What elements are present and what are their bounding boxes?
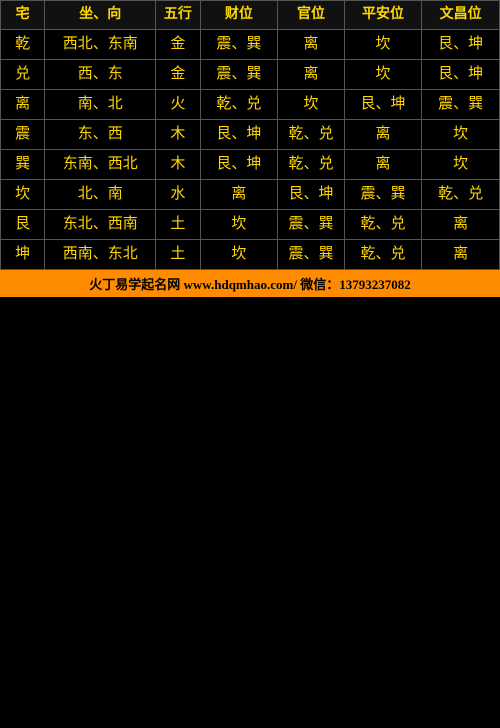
cell-wen: 坎: [422, 119, 500, 149]
table-row: 坤西南、东北土坎震、巽乾、兑离: [1, 239, 500, 269]
cell-zuo: 西北、东南: [45, 29, 156, 59]
cell-cai: 离: [200, 179, 278, 209]
header-wu: 五行: [156, 1, 200, 30]
cell-ping: 离: [344, 149, 422, 179]
cell-guan: 离: [278, 59, 345, 89]
cell-zuo: 西南、东北: [45, 239, 156, 269]
cell-cai: 震、巽: [200, 59, 278, 89]
cell-wu: 土: [156, 209, 200, 239]
cell-zhai: 离: [1, 89, 45, 119]
cell-guan: 艮、坤: [278, 179, 345, 209]
cell-guan: 离: [278, 29, 345, 59]
cell-wu: 水: [156, 179, 200, 209]
cell-guan: 乾、兑: [278, 119, 345, 149]
cell-ping: 离: [344, 119, 422, 149]
cell-zuo: 东、西: [45, 119, 156, 149]
cell-zhai: 坎: [1, 179, 45, 209]
cell-wu: 土: [156, 239, 200, 269]
cell-ping: 震、巽: [344, 179, 422, 209]
table-row: 震东、西木艮、坤乾、兑离坎: [1, 119, 500, 149]
feng-shui-table: 宅 坐、向 五行 财位 官位 平安位 文昌位 乾西北、东南金震、巽离坎艮、坤兑西…: [0, 0, 500, 270]
cell-zuo: 东北、西南: [45, 209, 156, 239]
cell-zhai: 乾: [1, 29, 45, 59]
cell-cai: 坎: [200, 239, 278, 269]
cell-cai: 艮、坤: [200, 119, 278, 149]
header-wen: 文昌位: [422, 1, 500, 30]
cell-ping: 坎: [344, 29, 422, 59]
cell-wen: 离: [422, 209, 500, 239]
cell-wu: 火: [156, 89, 200, 119]
cell-wen: 艮、坤: [422, 29, 500, 59]
table-container: 宅 坐、向 五行 财位 官位 平安位 文昌位 乾西北、东南金震、巽离坎艮、坤兑西…: [0, 0, 500, 297]
header-ping: 平安位: [344, 1, 422, 30]
cell-wen: 坎: [422, 149, 500, 179]
cell-guan: 震、巽: [278, 239, 345, 269]
cell-cai: 乾、兑: [200, 89, 278, 119]
cell-zhai: 坤: [1, 239, 45, 269]
cell-ping: 乾、兑: [344, 239, 422, 269]
table-row: 艮东北、西南土坎震、巽乾、兑离: [1, 209, 500, 239]
header-zhai: 宅: [1, 1, 45, 30]
header-cai: 财位: [200, 1, 278, 30]
cell-cai: 艮、坤: [200, 149, 278, 179]
table-row: 乾西北、东南金震、巽离坎艮、坤: [1, 29, 500, 59]
table-row: 巽东南、西北木艮、坤乾、兑离坎: [1, 149, 500, 179]
cell-zuo: 北、南: [45, 179, 156, 209]
cell-wu: 金: [156, 29, 200, 59]
table-row: 坎北、南水离艮、坤震、巽乾、兑: [1, 179, 500, 209]
cell-zhai: 艮: [1, 209, 45, 239]
cell-zhai: 兑: [1, 59, 45, 89]
cell-guan: 乾、兑: [278, 149, 345, 179]
cell-zuo: 西、东: [45, 59, 156, 89]
cell-ping: 艮、坤: [344, 89, 422, 119]
cell-cai: 坎: [200, 209, 278, 239]
header-guan: 官位: [278, 1, 345, 30]
header-zuo: 坐、向: [45, 1, 156, 30]
cell-ping: 乾、兑: [344, 209, 422, 239]
header-row: 宅 坐、向 五行 财位 官位 平安位 文昌位: [1, 1, 500, 30]
table-row: 离南、北火乾、兑坎艮、坤震、巽: [1, 89, 500, 119]
cell-zuo: 南、北: [45, 89, 156, 119]
cell-zuo: 东南、西北: [45, 149, 156, 179]
cell-zhai: 巽: [1, 149, 45, 179]
cell-wu: 木: [156, 149, 200, 179]
cell-zhai: 震: [1, 119, 45, 149]
cell-ping: 坎: [344, 59, 422, 89]
cell-guan: 震、巽: [278, 209, 345, 239]
cell-wen: 艮、坤: [422, 59, 500, 89]
cell-wu: 金: [156, 59, 200, 89]
cell-cai: 震、巽: [200, 29, 278, 59]
cell-wu: 木: [156, 119, 200, 149]
cell-wen: 震、巽: [422, 89, 500, 119]
cell-wen: 乾、兑: [422, 179, 500, 209]
cell-guan: 坎: [278, 89, 345, 119]
cell-wen: 离: [422, 239, 500, 269]
table-row: 兑西、东金震、巽离坎艮、坤: [1, 59, 500, 89]
footer-text: 火丁易学起名网 www.hdqmhao.com/ 微信：13793237082: [0, 270, 500, 297]
